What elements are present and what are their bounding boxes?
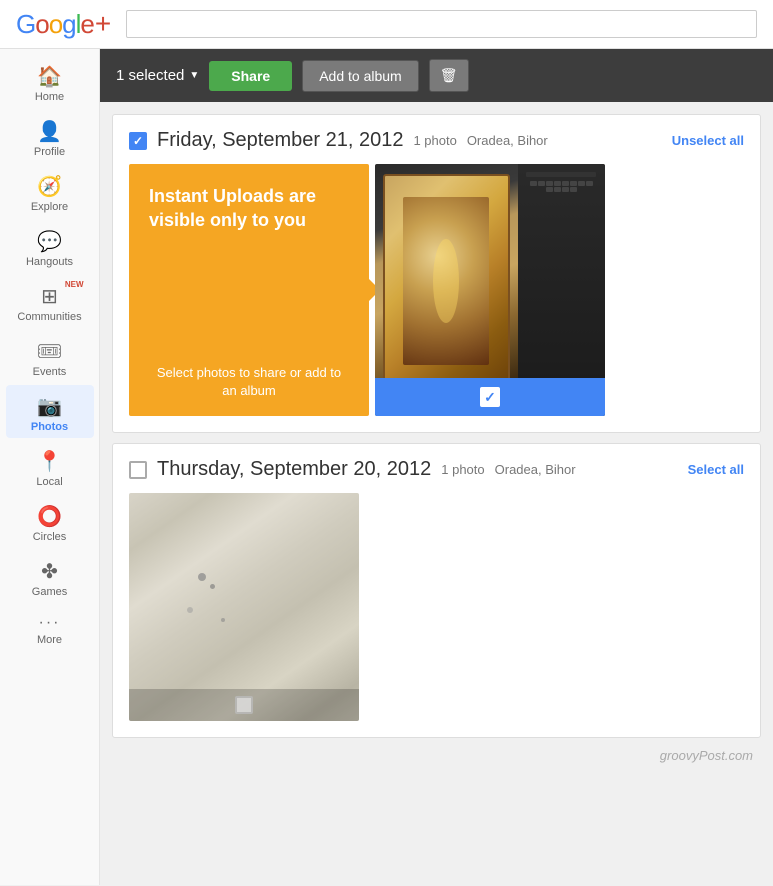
more-icon: ··· [39,614,61,632]
section1-photo-row: Instant Uploads are visible only to you … [129,164,744,416]
sidebar-label-profile: Profile [34,146,65,158]
header: Google+ [0,0,773,49]
photo1-check-bar[interactable]: ✓ [375,378,605,416]
main-content: 1 selected ▼ Share Add to album 🗑 ✓ Frid… [100,49,773,885]
sidebar-label-games: Games [32,586,67,598]
info-title: Instant Uploads are visible only to you [149,184,349,233]
section2-checkbox[interactable] [129,461,147,479]
sidebar-label-explore: Explore [31,201,68,213]
sidebar-label-events: Events [33,366,67,378]
instant-uploads-info-box: Instant Uploads are visible only to you … [129,164,369,416]
photo-section-1: ✓ Friday, September 21, 2012 1 photo Ora… [112,114,761,433]
sidebar-label-more: More [37,634,62,646]
sidebar-item-explore[interactable]: 🧭 Explore [6,165,94,218]
sidebar-item-profile[interactable]: 👤 Profile [6,110,94,163]
sidebar-item-home[interactable]: 🏠 Home [6,55,94,108]
sidebar-label-hangouts: Hangouts [26,256,73,268]
section1-photo-count: 1 photo [413,133,456,148]
watermark-text: groovyPost.com [660,748,753,763]
section2-photo-count: 1 photo [441,462,484,477]
sidebar-item-communities[interactable]: NEW ⊞ Communities [6,275,94,328]
search-input[interactable] [126,10,757,38]
selection-toolbar: 1 selected ▼ Share Add to album 🗑 [100,49,773,102]
sidebar-item-circles[interactable]: ⭕ Circles [6,495,94,548]
selected-count-text: 1 selected [116,67,184,84]
sidebar: 🏠 Home 👤 Profile 🧭 Explore 💬 Hangouts NE… [0,49,100,885]
games-icon: ✤ [41,559,58,584]
events-icon: 🎟 [37,339,62,364]
sidebar-label-home: Home [35,91,64,103]
section1-action[interactable]: Unselect all [672,133,744,148]
sidebar-label-communities: Communities [17,311,81,323]
local-icon: 📍 [37,449,62,474]
watermark: groovyPost.com [100,738,773,769]
sidebar-label-photos: Photos [31,421,68,433]
sidebar-item-local[interactable]: 📍 Local [6,440,94,493]
trash-icon: 🗑 [440,67,458,83]
share-button[interactable]: Share [209,61,292,91]
sidebar-item-photos[interactable]: 📷 Photos [6,385,94,438]
explore-icon: 🧭 [37,174,62,199]
section2-date: Thursday, September 20, 2012 [157,458,431,481]
delete-button[interactable]: 🗑 [429,59,469,92]
section1-date: Friday, September 21, 2012 [157,129,403,152]
photo-section-2: Thursday, September 20, 2012 1 photo Ora… [112,443,761,738]
add-to-album-button[interactable]: Add to album [302,60,419,92]
section2-photo-row [129,493,744,721]
hangouts-icon: 💬 [37,229,62,254]
section1-header: ✓ Friday, September 21, 2012 1 photo Ora… [129,129,744,152]
section2-action[interactable]: Select all [688,462,744,477]
new-badge: NEW [65,280,84,289]
photo-thumbnail-1[interactable]: ✓ [375,164,605,416]
sidebar-item-events[interactable]: 🎟 Events [6,330,94,383]
circles-icon: ⭕ [37,504,62,529]
sidebar-item-more[interactable]: ··· More [6,605,94,651]
photo-thumbnail-2[interactable] [129,493,359,721]
section2-header: Thursday, September 20, 2012 1 photo Ora… [129,458,744,481]
section2-location: Oradea, Bihor [495,462,576,477]
photo2-check-bar[interactable] [129,689,359,721]
communities-icon: ⊞ [41,284,58,309]
home-icon: 🏠 [37,64,62,89]
section1-checkbox-checked[interactable]: ✓ [129,132,147,150]
google-plus-logo: Google+ [16,8,110,40]
info-subtitle: Select photos to share or add to an albu… [149,364,349,400]
selected-count[interactable]: 1 selected ▼ [116,67,199,84]
photos-icon: 📷 [37,394,62,419]
sidebar-label-circles: Circles [33,531,67,543]
sidebar-item-games[interactable]: ✤ Games [6,550,94,603]
sidebar-label-local: Local [36,476,62,488]
profile-icon: 👤 [37,119,62,144]
sidebar-item-hangouts[interactable]: 💬 Hangouts [6,220,94,273]
dropdown-arrow-icon: ▼ [189,70,199,81]
section1-location: Oradea, Bihor [467,133,548,148]
